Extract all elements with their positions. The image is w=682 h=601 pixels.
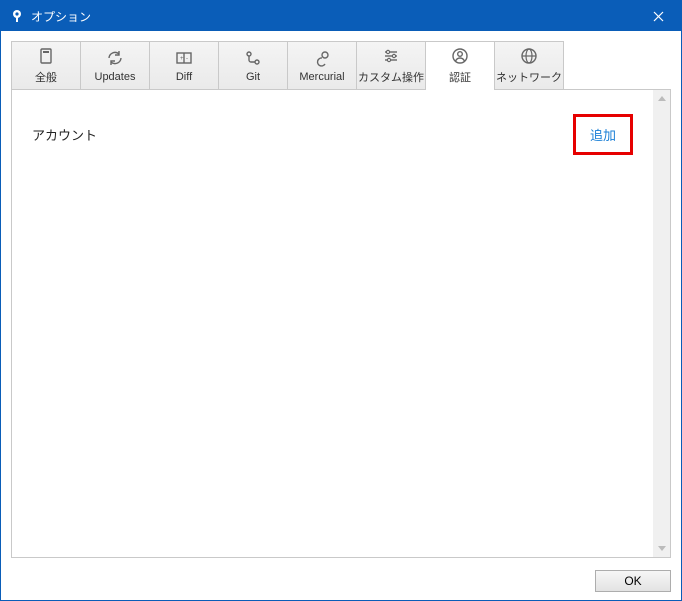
tab-label: Mercurial [299, 71, 344, 83]
auth-icon [451, 47, 469, 65]
auth-content: アカウント 追加 [12, 90, 653, 557]
client-area: 全般 Updates +- Diff Git [1, 31, 681, 564]
tab-label: 全般 [35, 69, 57, 85]
add-highlight-box: 追加 [573, 114, 633, 155]
svg-text:+: + [180, 56, 184, 62]
tab-network[interactable]: ネットワーク [494, 41, 564, 89]
tab-auth[interactable]: 認証 [425, 41, 495, 89]
tab-custom[interactable]: カスタム操作 [356, 41, 426, 89]
account-row: アカウント 追加 [32, 114, 633, 155]
diff-icon: +- [175, 49, 193, 67]
tab-label: Diff [176, 71, 192, 83]
titlebar: オプション [1, 1, 681, 31]
custom-icon [382, 47, 400, 65]
updates-icon [106, 49, 124, 67]
tab-general[interactable]: 全般 [11, 41, 81, 89]
network-icon [520, 47, 538, 65]
options-window: オプション 全般 Updates [0, 0, 682, 601]
tab-git[interactable]: Git [218, 41, 288, 89]
tab-label: カスタム操作 [358, 69, 424, 85]
tab-label: 認証 [449, 69, 471, 85]
close-button[interactable] [635, 1, 681, 31]
ok-button[interactable]: OK [595, 570, 671, 592]
close-icon [653, 11, 664, 22]
vertical-scrollbar[interactable] [653, 90, 670, 557]
general-icon [37, 47, 55, 65]
footer: OK [1, 564, 681, 600]
app-icon [9, 8, 25, 24]
account-label: アカウント [32, 125, 97, 144]
scroll-up-icon [653, 90, 670, 107]
tab-label: ネットワーク [496, 69, 562, 85]
tab-label: Git [246, 71, 260, 83]
svg-text:-: - [186, 56, 188, 62]
content-wrap: アカウント 追加 [11, 90, 671, 558]
tab-diff[interactable]: +- Diff [149, 41, 219, 89]
git-icon [244, 49, 262, 67]
tab-mercurial[interactable]: Mercurial [287, 41, 357, 89]
add-button[interactable]: 追加 [578, 121, 628, 148]
tab-strip: 全般 Updates +- Diff Git [11, 41, 671, 90]
scroll-down-icon [653, 540, 670, 557]
tab-updates[interactable]: Updates [80, 41, 150, 89]
window-title: オプション [31, 8, 635, 25]
tab-label: Updates [95, 71, 136, 83]
mercurial-icon [313, 49, 331, 67]
